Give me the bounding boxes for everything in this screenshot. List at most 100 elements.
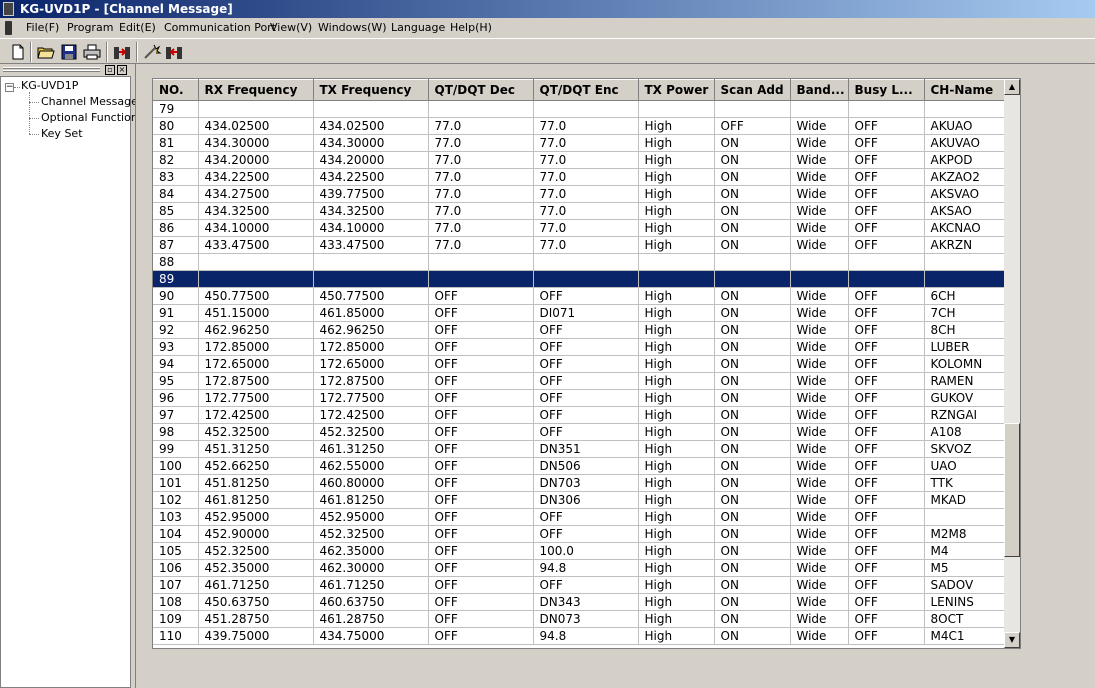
tree-item-optional-functions[interactable]: Optional Functions	[41, 111, 144, 124]
cell-tx-power[interactable]	[638, 253, 715, 271]
cell-ch-name[interactable]: TTK	[924, 474, 1005, 492]
tree-root[interactable]: KG-UVD1P	[21, 79, 78, 92]
cell-ch-name[interactable]: 7CH	[924, 304, 1005, 322]
table-row[interactable]: 85 434.32500 434.32500 77.0 77.0 High ON Wide OF…	[153, 202, 1005, 220]
header-col-rx-frequency[interactable]: RX Frequency	[198, 79, 314, 101]
cell-qt-dqt-enc[interactable]: DN073	[533, 610, 639, 628]
table-row[interactable]: 101 451.81250 460.80000 OFF DN703 High ON Wide O…	[153, 474, 1005, 492]
cell-no[interactable]: 84	[153, 185, 199, 203]
table-row[interactable]: 110 439.75000 434.75000 OFF 94.8 High ON Wide OF…	[153, 627, 1005, 645]
cell-no[interactable]: 105	[153, 542, 199, 560]
cell-qt-dqt-dec[interactable]: 77.0	[428, 117, 534, 135]
cell-no[interactable]: 89	[153, 270, 199, 288]
table-row[interactable]: 86 434.10000 434.10000 77.0 77.0 High ON Wide OF…	[153, 219, 1005, 237]
scroll-thumb[interactable]	[1004, 423, 1020, 557]
cell-qt-dqt-dec[interactable]	[428, 253, 534, 271]
cell-tx-power[interactable]: High	[638, 508, 715, 526]
table-row[interactable]: 103 452.95000 452.95000 OFF OFF High ON Wide OFF	[153, 508, 1005, 526]
cell-qt-dqt-dec[interactable]: OFF	[428, 440, 534, 458]
cell-tx-power[interactable]: High	[638, 610, 715, 628]
cell-rx-frequency[interactable]: 434.27500	[198, 185, 314, 203]
cell-band[interactable]: Wide	[790, 236, 849, 254]
table-row[interactable]: 87 433.47500 433.47500 77.0 77.0 High ON Wide OF…	[153, 236, 1005, 254]
cell-tx-power[interactable]: High	[638, 372, 715, 390]
cell-ch-name[interactable]: KOLOMN	[924, 355, 1005, 373]
cell-qt-dqt-dec[interactable]: OFF	[428, 610, 534, 628]
cell-qt-dqt-enc[interactable]	[533, 270, 639, 288]
cell-rx-frequency[interactable]: 434.30000	[198, 134, 314, 152]
cell-ch-name[interactable]: A108	[924, 423, 1005, 441]
cell-rx-frequency[interactable]: 439.75000	[198, 627, 314, 645]
cell-rx-frequency[interactable]: 452.32500	[198, 542, 314, 560]
cell-tx-frequency[interactable]: 461.85000	[313, 304, 429, 322]
cell-tx-frequency[interactable]	[313, 253, 429, 271]
cell-band[interactable]: Wide	[790, 440, 849, 458]
cell-no[interactable]: 92	[153, 321, 199, 339]
menu-language[interactable]: Language	[389, 18, 447, 38]
cell-ch-name[interactable]: AKSVAO	[924, 185, 1005, 203]
menu-help[interactable]: Help(H)	[448, 18, 494, 38]
cell-tx-frequency[interactable]: 434.22500	[313, 168, 429, 186]
cell-rx-frequency[interactable]: 434.20000	[198, 151, 314, 169]
cell-qt-dqt-dec[interactable]: OFF	[428, 576, 534, 594]
cell-scan-add[interactable]: ON	[714, 423, 791, 441]
cell-band[interactable]	[790, 100, 849, 118]
cell-busy-lock[interactable]: OFF	[848, 457, 925, 475]
menu-communication-port[interactable]: Communication Port	[162, 18, 278, 38]
cell-scan-add[interactable]	[714, 253, 791, 271]
cell-qt-dqt-enc[interactable]: DN306	[533, 491, 639, 509]
cell-qt-dqt-enc[interactable]	[533, 100, 639, 118]
cell-rx-frequency[interactable]	[198, 253, 314, 271]
cell-tx-frequency[interactable]: 434.30000	[313, 134, 429, 152]
cell-ch-name[interactable]: AKPOD	[924, 151, 1005, 169]
cell-band[interactable]: Wide	[790, 202, 849, 220]
cell-busy-lock[interactable]: OFF	[848, 406, 925, 424]
open-folder-icon[interactable]	[36, 42, 56, 62]
cell-qt-dqt-dec[interactable]: OFF	[428, 389, 534, 407]
cell-qt-dqt-enc[interactable]: 77.0	[533, 185, 639, 203]
cell-rx-frequency[interactable]	[198, 100, 314, 118]
cell-qt-dqt-enc[interactable]: OFF	[533, 372, 639, 390]
tree-item-channel-message[interactable]: Channel Message	[41, 95, 138, 108]
cell-band[interactable]: Wide	[790, 151, 849, 169]
cell-rx-frequency[interactable]: 450.63750	[198, 593, 314, 611]
cell-scan-add[interactable]: ON	[714, 389, 791, 407]
cell-busy-lock[interactable]	[848, 270, 925, 288]
table-row[interactable]: 108 450.63750 460.63750 OFF DN343 High ON Wide O…	[153, 593, 1005, 611]
table-row[interactable]: 102 461.81250 461.81250 OFF DN306 High ON Wide O…	[153, 491, 1005, 509]
cell-ch-name[interactable]: M2M8	[924, 525, 1005, 543]
table-row[interactable]: 88	[153, 253, 1005, 271]
cell-qt-dqt-dec[interactable]: 77.0	[428, 202, 534, 220]
cell-busy-lock[interactable]: OFF	[848, 542, 925, 560]
cell-rx-frequency[interactable]: 461.81250	[198, 491, 314, 509]
table-row[interactable]: 93 172.85000 172.85000 OFF OFF High ON Wide OFF L…	[153, 338, 1005, 356]
cell-tx-power[interactable]: High	[638, 525, 715, 543]
cell-band[interactable]	[790, 270, 849, 288]
cell-band[interactable]: Wide	[790, 168, 849, 186]
cell-qt-dqt-dec[interactable]: 77.0	[428, 185, 534, 203]
cell-tx-power[interactable]: High	[638, 491, 715, 509]
cell-tx-frequency[interactable]: 434.75000	[313, 627, 429, 645]
tree-item-key-set[interactable]: Key Set	[41, 127, 83, 140]
cell-rx-frequency[interactable]: 451.15000	[198, 304, 314, 322]
scroll-down-icon[interactable]: ▼	[1004, 632, 1020, 648]
cell-qt-dqt-enc[interactable]: 94.8	[533, 627, 639, 645]
header-col-tx-frequency[interactable]: TX Frequency	[313, 79, 429, 101]
cell-tx-frequency[interactable]: 462.96250	[313, 321, 429, 339]
cell-rx-frequency[interactable]: 172.42500	[198, 406, 314, 424]
cell-busy-lock[interactable]: OFF	[848, 236, 925, 254]
cell-busy-lock[interactable]: OFF	[848, 202, 925, 220]
cell-band[interactable]	[790, 253, 849, 271]
cell-no[interactable]: 81	[153, 134, 199, 152]
cell-tx-frequency[interactable]: 460.80000	[313, 474, 429, 492]
cell-tx-power[interactable]: High	[638, 202, 715, 220]
cell-rx-frequency[interactable]: 172.85000	[198, 338, 314, 356]
cell-ch-name[interactable]: SADOV	[924, 576, 1005, 594]
cell-ch-name[interactable]: AKUVAO	[924, 134, 1005, 152]
cell-tx-power[interactable]: High	[638, 474, 715, 492]
cell-scan-add[interactable]: ON	[714, 372, 791, 390]
cell-scan-add[interactable]: ON	[714, 491, 791, 509]
cell-no[interactable]: 85	[153, 202, 199, 220]
cell-band[interactable]: Wide	[790, 457, 849, 475]
cell-tx-frequency[interactable]: 434.20000	[313, 151, 429, 169]
